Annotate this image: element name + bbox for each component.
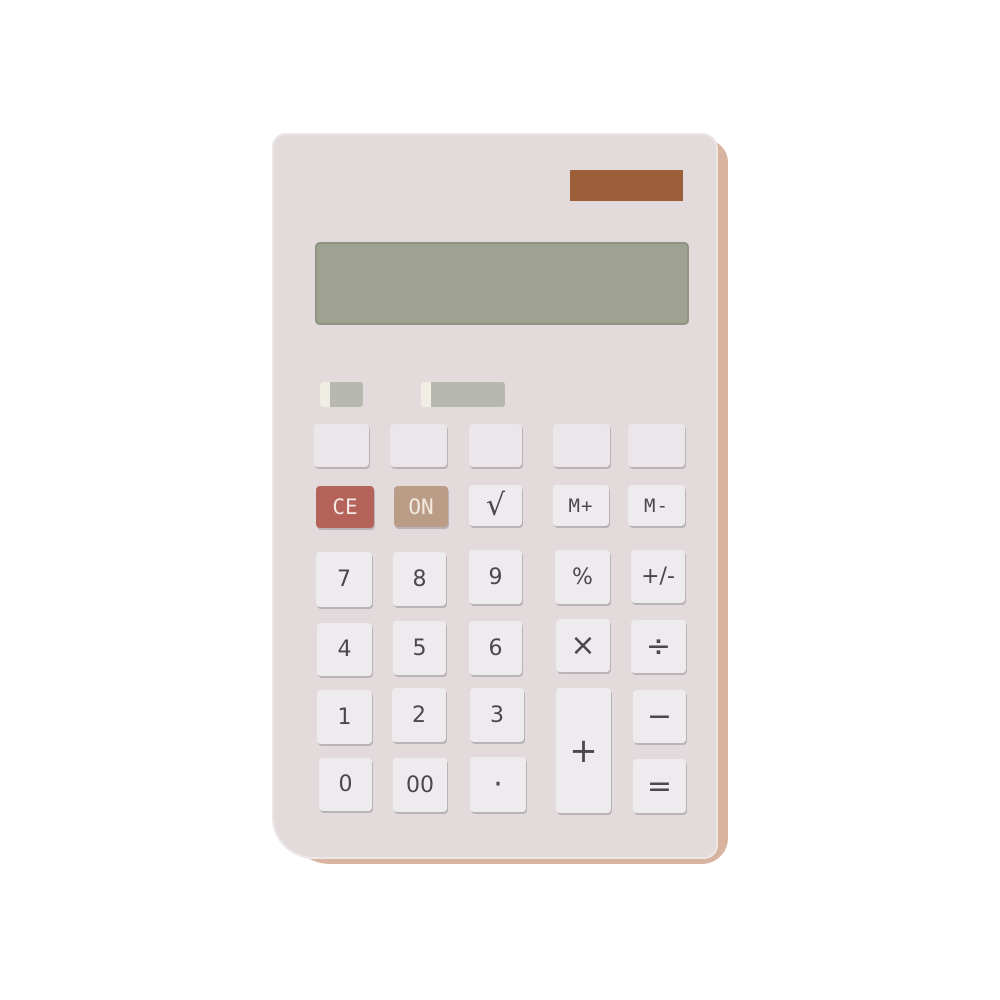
equals-button[interactable]: =: [633, 759, 686, 813]
digit-7-button[interactable]: 7: [316, 552, 372, 607]
toggle-switch-left[interactable]: [320, 382, 363, 407]
blank-key-5[interactable]: [628, 424, 685, 467]
digit-5-button[interactable]: 5: [393, 621, 446, 675]
digit-1-button[interactable]: 1: [317, 690, 372, 744]
digit-6-button[interactable]: 6: [469, 621, 522, 675]
digit-9-button[interactable]: 9: [469, 550, 522, 604]
on-button[interactable]: ON: [394, 486, 448, 527]
digit-8-button[interactable]: 8: [393, 552, 446, 606]
minus-button[interactable]: −: [633, 690, 686, 743]
multiply-button[interactable]: ×: [556, 619, 610, 672]
digit-3-button[interactable]: 3: [470, 688, 524, 742]
square-root-button[interactable]: √: [469, 485, 522, 526]
decimal-button[interactable]: ·: [470, 757, 526, 812]
toggle-switch-right[interactable]: [421, 382, 505, 407]
digit-0-button[interactable]: 0: [319, 758, 372, 811]
blank-key-4[interactable]: [553, 424, 610, 467]
blank-key-1[interactable]: [314, 424, 369, 467]
memory-plus-button[interactable]: M+: [553, 485, 609, 526]
ce-button[interactable]: CE: [316, 486, 374, 528]
plus-button[interactable]: +: [556, 688, 611, 813]
plus-minus-button[interactable]: +/-: [631, 550, 685, 603]
memory-minus-button[interactable]: M-: [628, 485, 685, 526]
percent-button[interactable]: %: [555, 550, 610, 604]
digit-2-button[interactable]: 2: [392, 688, 446, 742]
toggle-switch-left-knob[interactable]: [320, 382, 330, 407]
digit-4-button[interactable]: 4: [317, 623, 372, 676]
toggle-switch-right-knob[interactable]: [421, 382, 431, 407]
blank-key-3[interactable]: [469, 424, 522, 467]
divide-button[interactable]: ÷: [631, 620, 686, 673]
blank-key-2[interactable]: [390, 424, 447, 467]
calculator-display: [315, 242, 689, 325]
double-zero-button[interactable]: 00: [393, 758, 447, 812]
solar-panel: [570, 170, 683, 201]
